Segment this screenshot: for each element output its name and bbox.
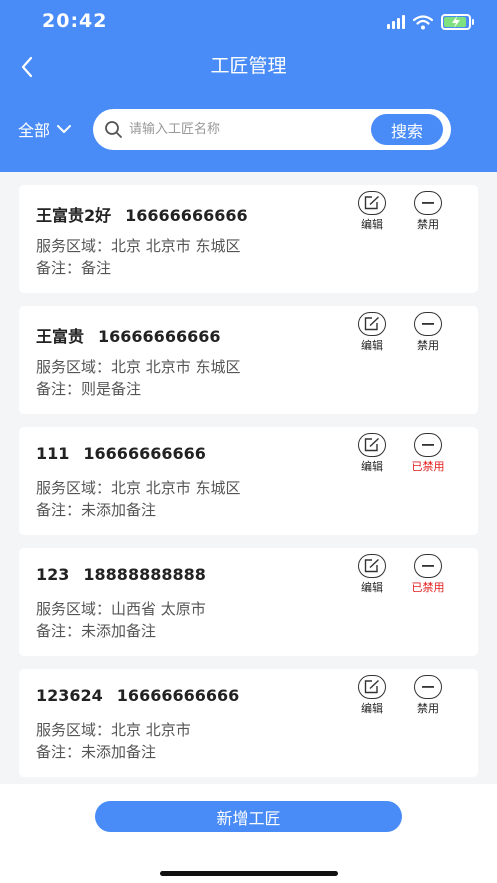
worker-name: 123 <box>36 565 70 584</box>
disable-label: 禁用 <box>417 339 439 352</box>
worker-name: 王富贵 <box>36 327 85 346</box>
filter-dropdown[interactable]: 全部 <box>18 117 72 141</box>
edit-button[interactable]: 编辑 <box>358 433 386 474</box>
edit-label: 编辑 <box>361 702 383 715</box>
search-icon <box>105 121 122 138</box>
search-button[interactable]: 搜索 <box>371 114 443 145</box>
worker-card[interactable]: 王富贵 16666666666 服务区域：北京 北京市 东城区 备注：则是备注 编… <box>19 306 478 414</box>
worker-card[interactable]: 123 18888888888 服务区域：山西省 太原市 备注：未添加备注 编辑 … <box>19 548 478 656</box>
worker-title: 123 18888888888 <box>36 565 206 584</box>
bottom-bar: 新增工匠 <box>0 784 497 883</box>
edit-label: 编辑 <box>361 581 383 594</box>
battery-icon <box>441 14 474 30</box>
signal-icon <box>387 15 405 29</box>
disable-button[interactable]: 已禁用 <box>400 554 456 595</box>
edit-button[interactable]: 编辑 <box>358 554 386 595</box>
disable-button[interactable]: 禁用 <box>400 675 456 716</box>
worker-title: 123624 16666666666 <box>36 686 239 705</box>
disable-label: 禁用 <box>417 702 439 715</box>
edit-label: 编辑 <box>361 218 383 231</box>
worker-note: 备注：未添加备注 <box>36 501 157 519</box>
edit-icon <box>364 196 379 210</box>
status-icons <box>387 12 474 32</box>
worker-service-area: 服务区域：山西省 太原市 <box>36 600 206 618</box>
edit-icon <box>364 317 379 331</box>
worker-service-area: 服务区域：北京 北京市 东城区 <box>36 237 241 255</box>
minus-circle-icon <box>422 202 434 204</box>
status-time: 20:42 <box>42 10 108 32</box>
worker-card[interactable]: 123624 16666666666 服务区域：北京 北京市 备注：未添加备注 编… <box>19 669 478 777</box>
worker-name: 123624 <box>36 686 103 705</box>
disable-button[interactable]: 禁用 <box>400 312 456 353</box>
edit-button[interactable]: 编辑 <box>358 191 386 232</box>
worker-note: 备注：则是备注 <box>36 380 142 398</box>
worker-list[interactable]: 王富贵2好 16666666666 服务区域：北京 北京市 东城区 备注：备注 编… <box>0 172 497 784</box>
add-worker-button[interactable]: 新增工匠 <box>95 801 402 832</box>
worker-title: 王富贵2好 16666666666 <box>36 202 248 226</box>
edit-icon <box>364 438 379 452</box>
worker-service-area: 服务区域：北京 北京市 <box>36 721 191 739</box>
worker-phone: 16666666666 <box>116 686 240 705</box>
worker-service-area: 服务区域：北京 北京市 东城区 <box>36 358 241 376</box>
worker-card[interactable]: 王富贵2好 16666666666 服务区域：北京 北京市 东城区 备注：备注 编… <box>19 185 478 293</box>
worker-title: 111 16666666666 <box>36 444 206 463</box>
minus-circle-icon <box>422 565 434 567</box>
worker-phone: 16666666666 <box>125 206 248 225</box>
worker-note: 备注：未添加备注 <box>36 622 157 640</box>
worker-phone: 16666666666 <box>83 444 206 463</box>
worker-phone: 16666666666 <box>98 327 221 346</box>
disable-label: 禁用 <box>417 218 439 231</box>
edit-label: 编辑 <box>361 460 383 473</box>
search-box: 搜索 <box>93 109 451 150</box>
worker-service-area: 服务区域：北京 北京市 东城区 <box>36 479 241 497</box>
worker-name: 111 <box>36 444 70 463</box>
worker-phone: 18888888888 <box>83 565 206 584</box>
minus-circle-icon <box>422 323 434 325</box>
edit-button[interactable]: 编辑 <box>358 675 386 716</box>
minus-circle-icon <box>422 686 434 688</box>
header: 20:42 工匠管理 全部 请输入工匠名称 搜索 <box>0 0 497 172</box>
status-bar: 20:42 <box>0 0 497 44</box>
disabled-status-label: 已禁用 <box>411 581 445 594</box>
worker-title: 王富贵 16666666666 <box>36 323 220 347</box>
home-indicator <box>160 871 338 876</box>
worker-note: 备注：备注 <box>36 259 112 277</box>
edit-button[interactable]: 编辑 <box>358 312 386 353</box>
wifi-icon <box>413 14 433 29</box>
edit-label: 编辑 <box>361 339 383 352</box>
page-title: 工匠管理 <box>210 55 287 77</box>
worker-card[interactable]: 111 16666666666 服务区域：北京 北京市 东城区 备注：未添加备注 … <box>19 427 478 535</box>
filter-label: 全部 <box>18 121 51 140</box>
minus-circle-icon <box>422 444 434 446</box>
disable-button[interactable]: 禁用 <box>400 191 456 232</box>
worker-name: 王富贵2好 <box>36 206 112 225</box>
disable-button[interactable]: 已禁用 <box>400 433 456 474</box>
edit-icon <box>364 680 379 694</box>
search-input[interactable] <box>129 115 359 144</box>
disabled-status-label: 已禁用 <box>411 460 445 473</box>
chevron-down-icon <box>57 125 72 133</box>
edit-icon <box>364 559 379 573</box>
worker-note: 备注：未添加备注 <box>36 743 157 761</box>
